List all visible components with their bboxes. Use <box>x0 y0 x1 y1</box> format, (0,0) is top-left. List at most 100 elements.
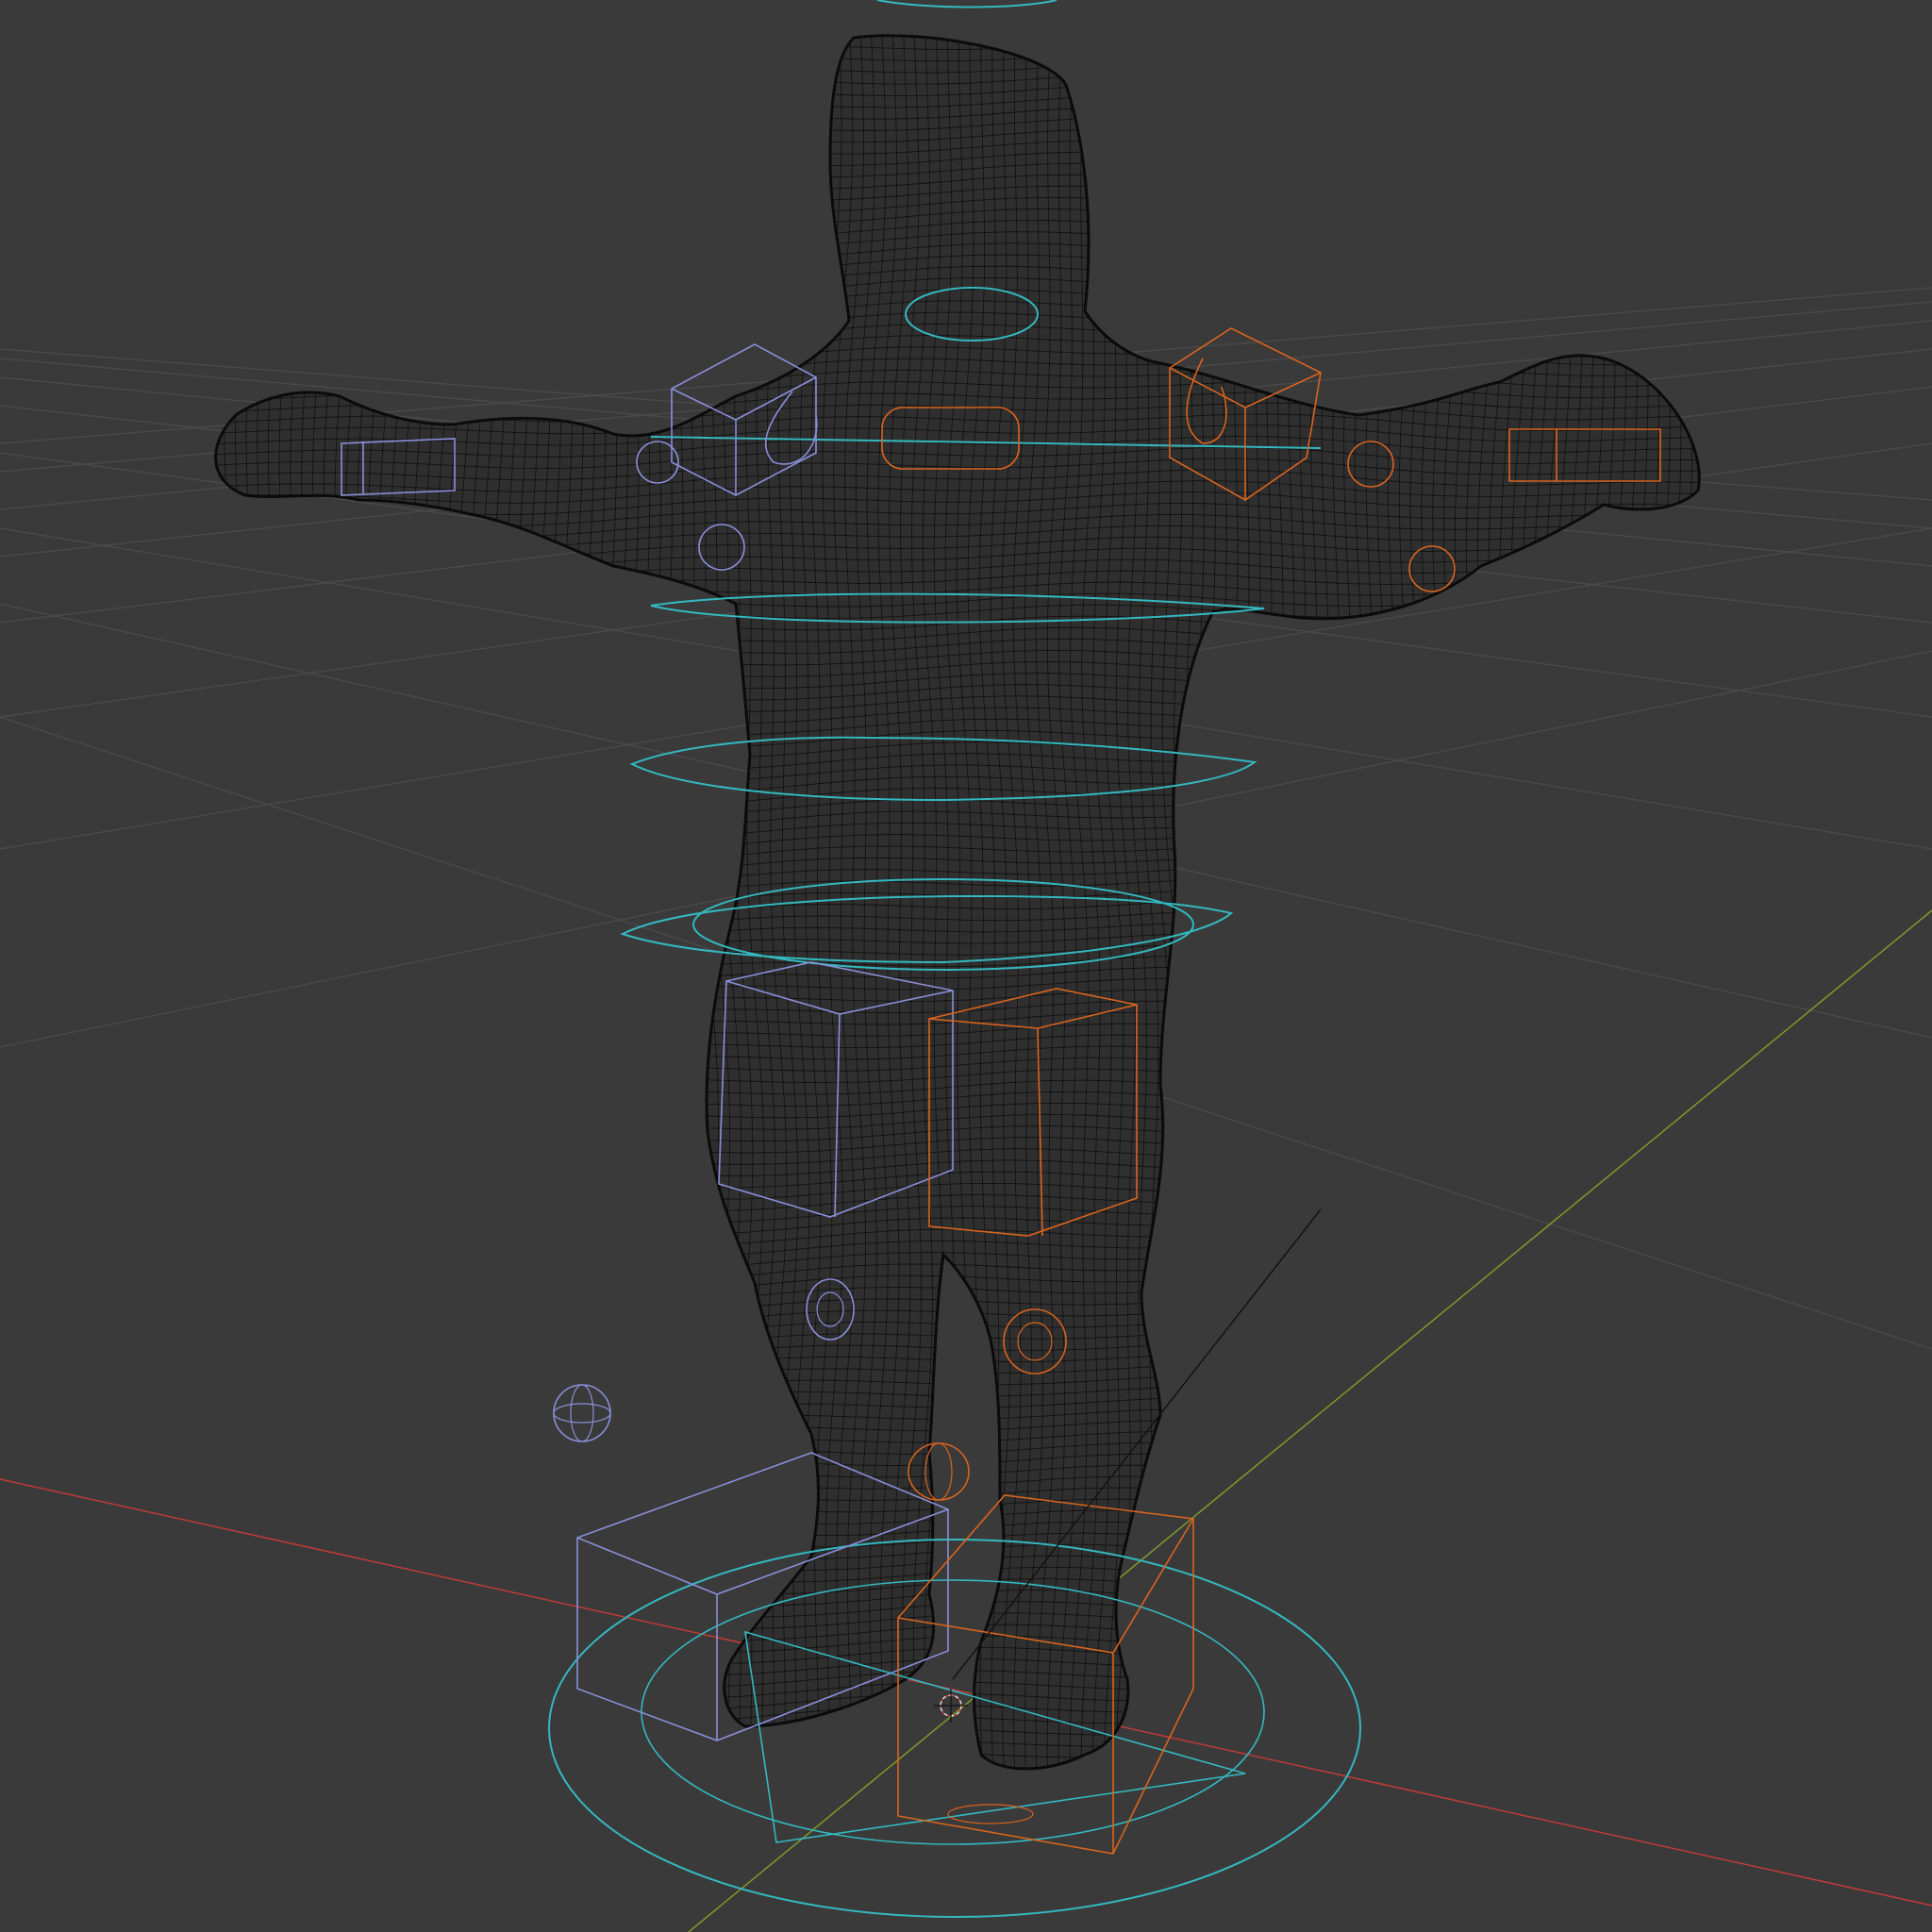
wire-column <box>245 35 267 1769</box>
wire-column <box>278 35 301 1769</box>
wire-column <box>1522 35 1543 1769</box>
wire-row <box>215 1658 1700 1682</box>
wire-column <box>133 19 153 1792</box>
wire-column <box>378 35 401 1769</box>
wire-row <box>142 1773 1726 1792</box>
wire-column <box>1635 35 1657 1769</box>
viewport-canvas[interactable] <box>0 0 1932 1932</box>
wire-column <box>1646 35 1668 1769</box>
wire-column <box>1657 35 1679 1769</box>
wire-column <box>1488 35 1510 1769</box>
wire-column <box>1556 35 1576 1769</box>
wire-column <box>268 35 290 1769</box>
wire-column <box>1499 35 1521 1769</box>
wire-column <box>401 35 424 1769</box>
wire-column <box>224 35 244 1769</box>
wire-column <box>1476 35 1499 1769</box>
root-ring <box>548 1539 1361 1918</box>
wire-column <box>1680 35 1700 1769</box>
target-left-gizmo <box>553 1384 611 1442</box>
wire-row <box>215 1453 1700 1478</box>
wire-column <box>1409 35 1432 1769</box>
wire-column <box>234 35 256 1769</box>
wire-column <box>1432 35 1455 1769</box>
wire-column <box>1299 35 1320 1769</box>
wire-column <box>1454 35 1476 1769</box>
wire-column <box>390 35 412 1769</box>
wire-column <box>323 35 345 1769</box>
wire-column <box>491 35 511 1769</box>
wire-column <box>480 35 501 1769</box>
wire-column <box>628 35 651 1769</box>
wire-column <box>357 35 379 1769</box>
target-left-gizmo-h <box>553 1403 611 1424</box>
wire-column <box>1601 35 1622 1769</box>
wire-column <box>1692 35 1700 1769</box>
wire-column <box>1321 35 1342 1769</box>
wire-column <box>1728 19 1749 1792</box>
wire-column <box>525 35 546 1769</box>
wire-column <box>1705 19 1725 1792</box>
wire-row <box>215 1739 1700 1760</box>
wire-column <box>345 35 368 1769</box>
wire-row <box>215 1590 1700 1615</box>
wire-column <box>514 35 534 1769</box>
wire-column <box>145 19 164 1792</box>
wire-column <box>1465 35 1488 1769</box>
wire-row <box>215 1646 1700 1671</box>
wire-column <box>1276 35 1297 1769</box>
wire-column <box>582 35 604 1769</box>
wire-column <box>1533 35 1554 1769</box>
wire-column <box>1309 35 1331 1769</box>
wire-column <box>412 35 434 1769</box>
wire-column <box>1544 35 1565 1769</box>
wire-column <box>1443 35 1466 1769</box>
wire-column <box>537 35 558 1769</box>
wire-column <box>157 19 175 1792</box>
wire-column <box>368 35 391 1769</box>
wire-row <box>215 1635 1700 1660</box>
wire-column <box>1388 35 1409 1769</box>
wire-column <box>1255 35 1274 1769</box>
wire-column <box>1376 35 1399 1769</box>
wire-column <box>1612 35 1633 1769</box>
wire-column <box>1421 35 1443 1769</box>
wire-column <box>1669 35 1691 1769</box>
wire-column <box>312 35 334 1769</box>
body-silhouette <box>214 34 1701 1771</box>
wire-column <box>1578 35 1598 1769</box>
wire-row <box>215 1420 1700 1444</box>
wire-column <box>593 35 616 1769</box>
wire-row <box>215 1408 1700 1432</box>
wire-column <box>424 35 445 1769</box>
wire-column <box>617 35 640 1769</box>
wire-row <box>215 1577 1700 1604</box>
wire-column <box>1624 35 1644 1769</box>
wire-column <box>257 35 278 1769</box>
wire-column <box>192 19 209 1792</box>
wire-column <box>334 35 357 1769</box>
wire-column <box>652 35 675 1769</box>
wire-row <box>215 1750 1700 1769</box>
wire-row <box>215 1716 1700 1738</box>
wire-row <box>215 35 1700 40</box>
wire-column <box>1365 35 1388 1769</box>
wire-row <box>215 1441 1700 1467</box>
wire-row <box>215 1566 1700 1592</box>
3d-viewport[interactable] <box>0 0 1932 1932</box>
wire-column <box>169 19 187 1792</box>
wire-column <box>1266 35 1286 1769</box>
wire-column <box>548 35 569 1769</box>
wire-column <box>1567 35 1587 1769</box>
wire-column <box>446 35 467 1769</box>
wire-column <box>290 35 312 1769</box>
wire-column <box>503 35 523 1769</box>
wire-column <box>435 35 457 1769</box>
wire-row <box>215 1464 1700 1490</box>
heel-right-control <box>947 1804 1034 1824</box>
character-mesh[interactable] <box>214 34 1701 1771</box>
wire-row <box>215 1692 1700 1716</box>
wire-column <box>641 35 662 1769</box>
wire-row <box>215 1397 1700 1421</box>
wire-row <box>215 1543 1700 1570</box>
